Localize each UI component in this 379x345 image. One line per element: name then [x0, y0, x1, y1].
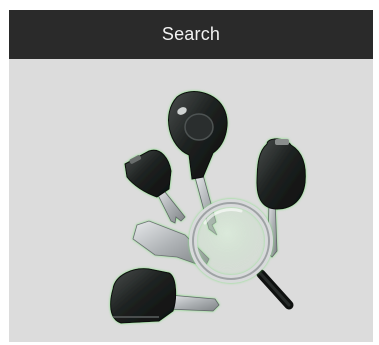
- card-body: [9, 59, 373, 342]
- search-card[interactable]: Search: [9, 10, 373, 342]
- card-title: Search: [161, 24, 221, 44]
- key-flip-icon: [110, 268, 220, 324]
- key-small-icon: [124, 149, 186, 224]
- keys-magnifier-icon: [110, 91, 306, 324]
- card-header: Search: [9, 10, 373, 59]
